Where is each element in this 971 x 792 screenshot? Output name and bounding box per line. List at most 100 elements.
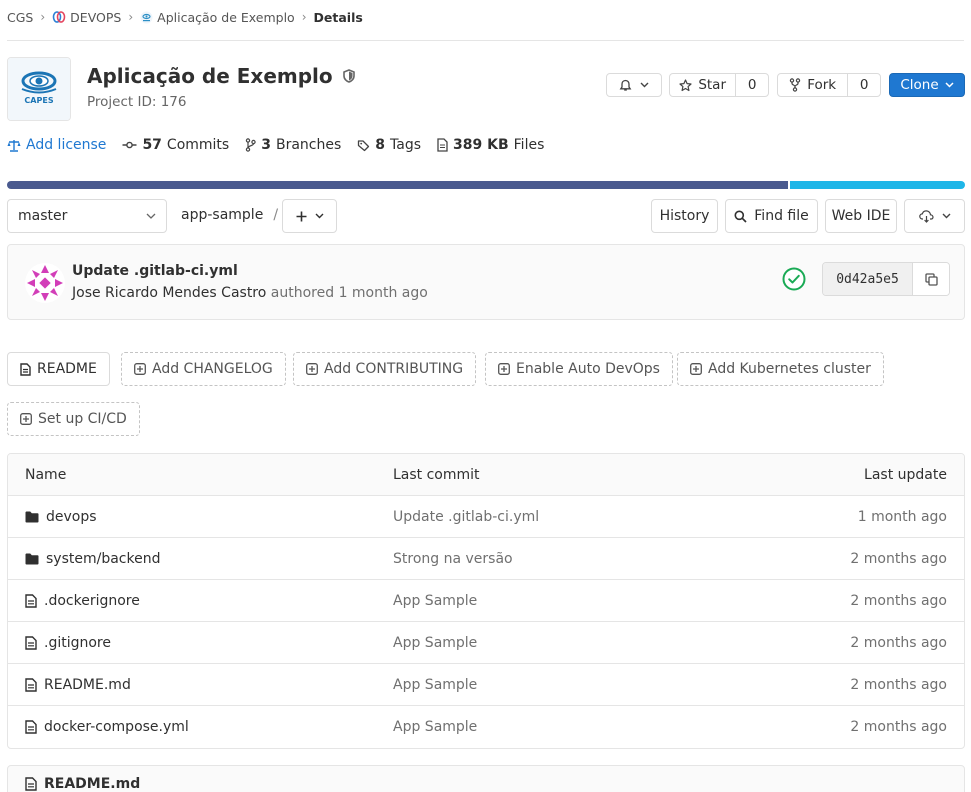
star-count[interactable]: 0 [735,74,768,96]
fork-icon [789,78,801,92]
table-row[interactable]: devops Update .gitlab-ci.yml 1 month ago [8,496,964,538]
chevron-down-icon [945,82,954,88]
commit-time: 1 month ago [338,285,428,301]
last-update: 2 months ago [850,593,947,609]
table-row[interactable]: README.md App Sample 2 months ago [8,664,964,706]
breadcrumb-item-project[interactable]: Aplicação de Exemplo [140,10,295,25]
file-icon [25,777,37,791]
fork-button[interactable]: Fork [778,74,847,96]
shield-icon[interactable] [342,69,355,83]
chevron-right-icon: › [301,10,307,24]
folder-icon [25,553,39,565]
last-update: 2 months ago [850,719,947,735]
plus-icon [296,211,307,222]
star-button-group: Star 0 [669,73,769,97]
copy-icon [924,272,938,286]
commit-sha[interactable]: 0d42a5e5 [823,263,913,295]
column-header-last-update: Last update [864,467,947,483]
commit-icon [122,140,137,150]
last-commit-panel: Update .gitlab-ci.yml Jose Ricardo Mende… [7,244,965,320]
path-root-link[interactable]: app-sample [181,207,263,223]
breadcrumb-item-devops[interactable]: DEVOPS [52,10,121,25]
find-file-button[interactable]: Find file [725,199,818,233]
download-icon [918,209,934,223]
last-update: 2 months ago [850,677,947,693]
file-name-link[interactable]: system/backend [46,551,160,567]
add-changelog-button[interactable]: Add CHANGELOG [121,352,286,386]
repository-languages-bar[interactable] [7,181,965,189]
setup-cicd-button[interactable]: Set up CI/CD [7,402,140,436]
readme-button[interactable]: README [7,352,110,386]
breadcrumb-item-cgs[interactable]: CGS [7,10,33,25]
files-link[interactable]: 389 KB Files [437,137,544,153]
web-ide-button[interactable]: Web IDE [825,199,897,233]
tag-icon [357,139,370,152]
file-icon [25,678,37,692]
commit-message-link[interactable]: Strong na versão [393,538,513,580]
chevron-right-icon: › [40,10,46,24]
add-kubernetes-cluster-button[interactable]: Add Kubernetes cluster [677,352,884,386]
folder-icon [25,511,39,523]
repo-path: app-sample / [181,207,279,223]
last-update: 1 month ago [857,509,947,525]
notification-dropdown[interactable] [606,73,662,97]
branch-select[interactable]: master [7,199,167,233]
plus-square-icon [306,363,318,375]
branch-icon [245,138,256,152]
commits-link[interactable]: 57 Commits [122,137,229,153]
file-icon [25,636,37,650]
table-row[interactable]: docker-compose.yml App Sample 2 months a… [8,706,964,748]
chevron-down-icon [146,213,156,219]
file-icon [25,720,37,734]
add-contributing-button[interactable]: Add CONTRIBUTING [293,352,477,386]
file-icon [437,138,448,152]
project-id: Project ID: 176 [87,94,187,110]
group-avatar-icon [52,11,66,23]
commit-message-link[interactable]: App Sample [393,580,477,622]
table-row[interactable]: .dockerignore App Sample 2 months ago [8,580,964,622]
copy-sha-button[interactable] [913,263,949,295]
scale-icon [7,139,21,152]
column-header-name: Name [25,467,67,483]
file-name-link[interactable]: docker-compose.yml [44,719,189,735]
breadcrumb-item-details[interactable]: Details [314,10,363,25]
tags-link[interactable]: 8 Tags [357,137,421,153]
enable-auto-devops-button[interactable]: Enable Auto DevOps [485,352,673,386]
language-segment[interactable] [7,181,788,189]
table-header: Name Last commit Last update [8,454,964,496]
project-title: Aplicação de Exemplo [87,64,355,88]
chevron-right-icon: › [128,10,134,24]
commit-message-link[interactable]: App Sample [393,664,477,706]
table-row[interactable]: .gitignore App Sample 2 months ago [8,622,964,664]
column-header-last-commit: Last commit [393,467,480,483]
file-text-icon [20,362,31,376]
plus-square-icon [498,363,510,375]
file-name-link[interactable]: .gitignore [44,635,111,651]
add-to-tree-dropdown[interactable] [282,199,337,233]
commit-message-link[interactable]: App Sample [393,706,477,748]
commit-author-link[interactable]: Jose Ricardo Mendes Castro [72,285,266,301]
file-name-link[interactable]: README.md [44,677,131,693]
language-segment[interactable] [789,181,965,189]
plus-square-icon [690,363,702,375]
star-button[interactable]: Star [670,74,735,96]
search-icon [734,210,747,223]
user-avatar[interactable] [25,263,65,303]
commit-message-link[interactable]: Update .gitlab-ci.yml [393,496,539,538]
commit-message-link[interactable]: App Sample [393,622,477,664]
branches-link[interactable]: 3 Branches [245,137,341,153]
download-dropdown[interactable] [904,199,965,233]
chevron-down-icon [942,213,951,219]
file-name-link[interactable]: devops [46,509,97,525]
star-icon [679,78,692,92]
file-tree-table: Name Last commit Last update devops Upda… [7,453,965,749]
add-license-link[interactable]: Add license [7,137,106,153]
commit-title-link[interactable]: Update .gitlab-ci.yml [72,263,238,279]
bell-icon [619,79,632,92]
clone-dropdown-button[interactable]: Clone [889,73,965,97]
table-row[interactable]: system/backend Strong na versão 2 months… [8,538,964,580]
fork-count[interactable]: 0 [847,74,880,96]
pipeline-passed-icon[interactable] [782,267,806,291]
history-button[interactable]: History [651,199,718,233]
file-name-link[interactable]: .dockerignore [44,593,140,609]
